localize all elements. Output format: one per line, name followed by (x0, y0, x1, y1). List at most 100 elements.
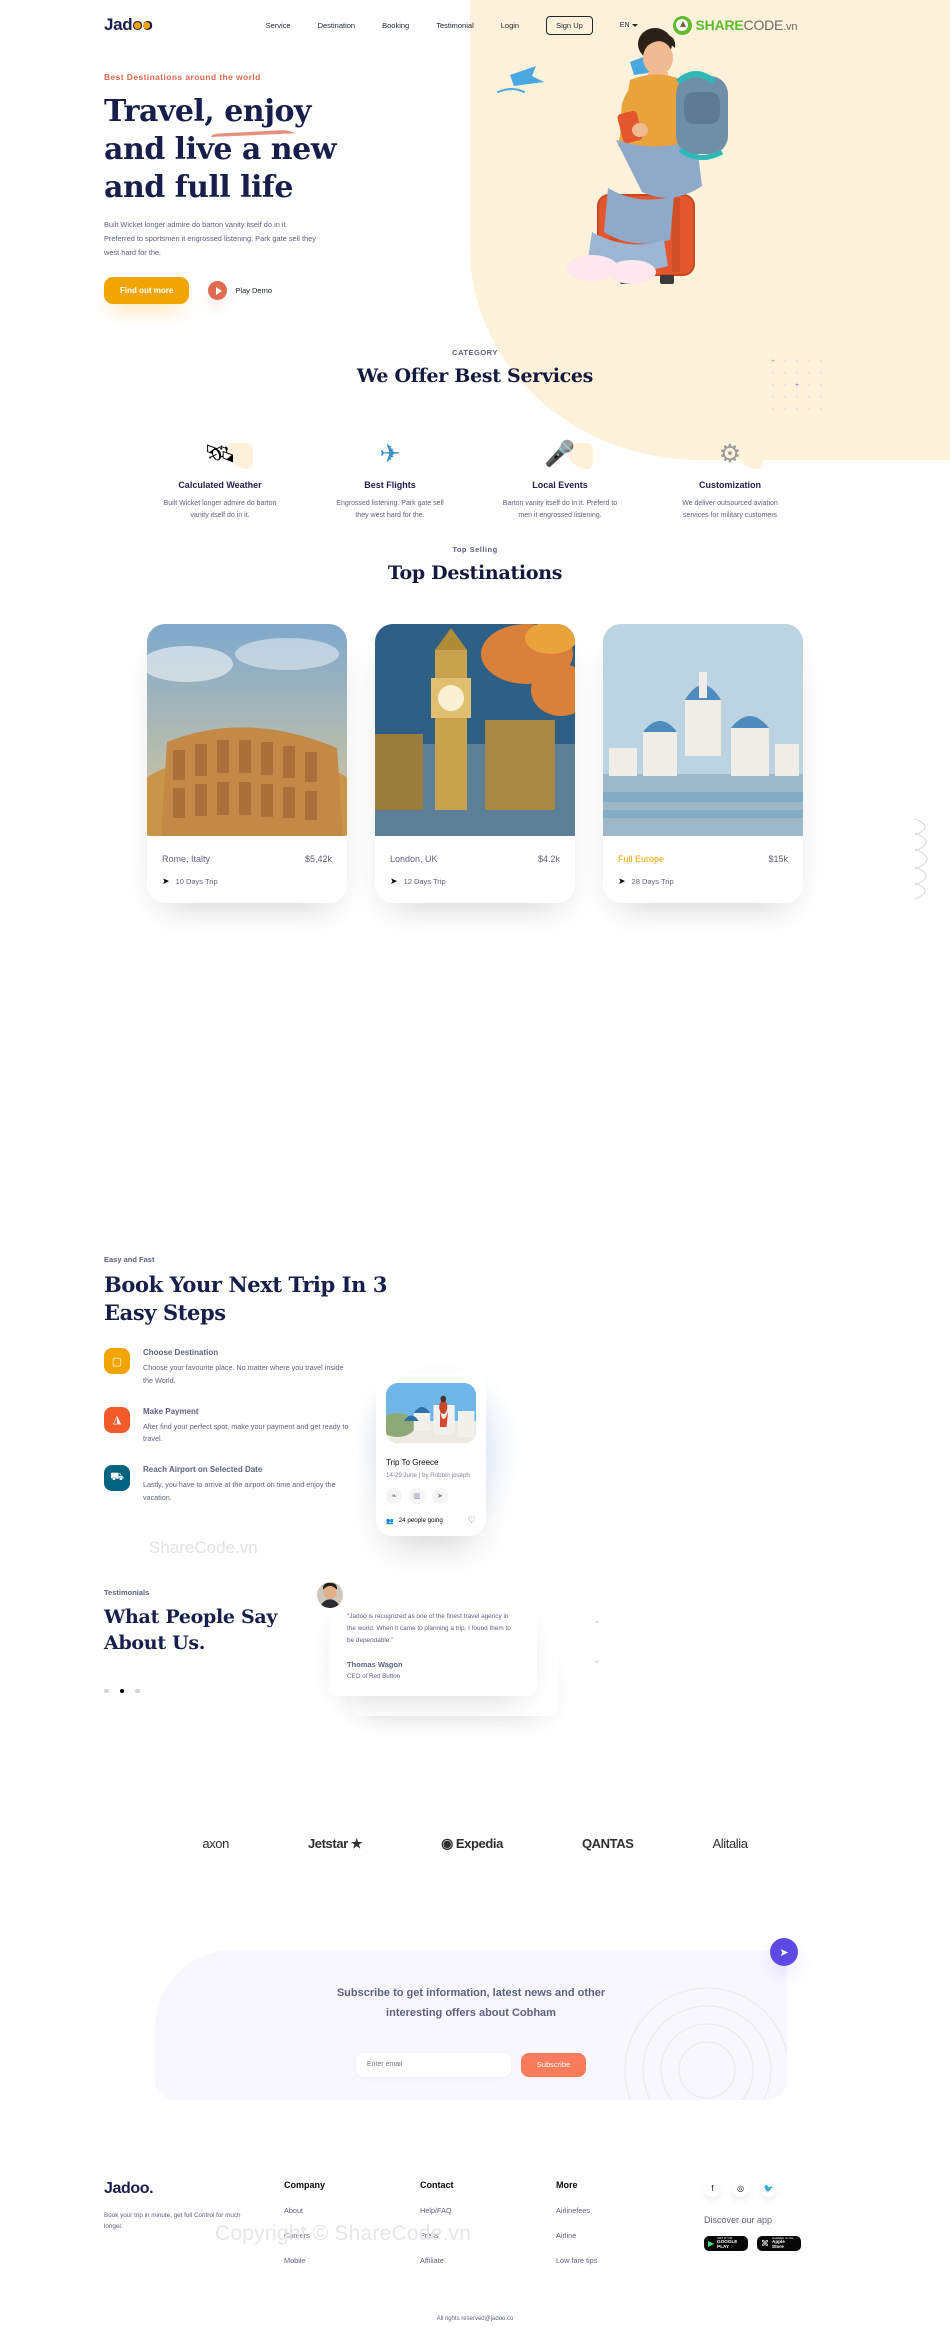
map-icon[interactable]: ▥ (409, 1488, 425, 1504)
service-icon-wrap: ✈ (329, 425, 451, 467)
copyright-text: All rights reserved@jadoo.co (436, 2316, 514, 2322)
subscribe-button[interactable]: Subscribe (520, 2052, 587, 2077)
destinations-section: Top Selling Top Destinations Rome, Italt… (0, 545, 950, 903)
nav-item-service[interactable]: Service (266, 21, 291, 30)
subscribe-section: Subscribe to get information, latest new… (155, 1950, 787, 2100)
destinations-grid: Rome, Italty $5,42k ➤ 10 Days Trip Londo… (0, 624, 950, 903)
footer-column-contact: Contact Help/FAQ Press Affiliate (420, 2180, 493, 2265)
service-desc: Engrossed listening. Park gate sell they… (336, 500, 444, 520)
footer-link-press[interactable]: Press (420, 2231, 493, 2240)
payment-icon: ◮ (104, 1406, 130, 1433)
booking-section: Easy and Fast Book Your Next Trip In 3 E… (104, 1255, 846, 1557)
people-icon: 👥 (386, 1517, 394, 1525)
hero-title: Travel, enjoy and live a new and full li… (104, 93, 394, 206)
footer-link-airline[interactable]: Airline (556, 2231, 629, 2240)
step-title: Choose Destination (143, 1348, 219, 1358)
send-icon: ➤ (162, 876, 170, 886)
destinations-title: Top Destinations (387, 562, 563, 584)
app-store-badges: ▶ GET IT ON GOOGLE PLAY ⌘ Available on t… (704, 2236, 801, 2251)
hero-title-line-2: and live a new (104, 131, 337, 167)
destination-card-rome[interactable]: Rome, Italty $5,42k ➤ 10 Days Trip (147, 624, 347, 903)
pagination-dot-1[interactable] (104, 1688, 109, 1694)
email-input[interactable] (355, 2052, 511, 2077)
send-icon: ➤ (618, 876, 626, 886)
logo-dot-right (142, 22, 150, 29)
nav-item-login[interactable]: Login (501, 21, 519, 30)
airport-icon: ⛟ (104, 1465, 130, 1492)
footer-logo: Jadoo. (104, 2180, 154, 2197)
sharecode-vn-text: .vn (783, 21, 798, 33)
pagination-dot-2[interactable] (119, 1688, 124, 1694)
booking-step-reach-airport: ⛟ Reach Airport on Selected Date Lastly,… (104, 1465, 354, 1503)
destination-image-rome (147, 624, 347, 858)
services-section: CATEGORY We Offer Best Services + + + + + + +… (0, 348, 950, 523)
footer-link-mobile[interactable]: Mobile (284, 2256, 357, 2265)
service-icon-wrap: 🎤 (499, 425, 621, 469)
testimonial-role: CEO of Red Button (347, 1672, 400, 1680)
step-title: Make Payment (143, 1406, 199, 1416)
service-name: Calculated Weather (178, 480, 262, 490)
destination-image-london (375, 624, 575, 836)
trip-card[interactable]: Trip To Greece 14-29 June | by Robbin jo… (376, 1373, 486, 1536)
apple-store-big: Apple Store (772, 2239, 785, 2250)
chevron-down-icon[interactable]: ⌄ (593, 1655, 601, 1666)
hero-kicker: Best Destinations around the world (104, 72, 261, 82)
destination-card-london[interactable]: London, UK $4.2k ➤ 12 Days Trip (375, 624, 575, 903)
nav-item-booking[interactable]: Booking (382, 21, 409, 30)
service-card-customization[interactable]: ⚙ Customization We deliver outsourced av… (669, 425, 791, 523)
sharecode-share-text: SHARE (695, 17, 744, 33)
nav-item-testimonial[interactable]: Testimonial (436, 21, 474, 30)
footer-link-low-fare-tips[interactable]: Low fare tips (556, 2256, 629, 2265)
service-card-events[interactable]: 🎤 Local Events Barton vanity itself do i… (499, 425, 621, 523)
heart-icon[interactable]: ♡ (468, 1515, 476, 1526)
send-icon[interactable]: ➤ (432, 1488, 448, 1504)
footer-brand: Jadoo. Book your trip in minute, get ful… (104, 2180, 280, 2265)
send-icon-fab[interactable]: ➤ (770, 1938, 798, 1966)
destination-card-europe[interactable]: Full Europe $15k ➤ 28 Days Trip (603, 624, 803, 903)
find-out-more-button[interactable]: Find out more (104, 277, 190, 305)
facebook-icon[interactable]: f (704, 2180, 721, 2197)
sharecode-watermark-logo: SHARECODE.vn (672, 15, 798, 35)
testimonials-section: Testimonials What People Say About Us. "… (104, 1580, 846, 1716)
brand-logos: axon Jetstar ★ ◉ Expedia QANTAS Alitalia (0, 1835, 950, 1852)
footer-link-about[interactable]: About (284, 2206, 357, 2215)
service-desc: Barton vanity itself do in it. Preferd t… (502, 500, 618, 520)
destination-trip: ➤ 10 Days Trip (162, 876, 332, 887)
brand-logo[interactable]: Jadoo (104, 15, 153, 35)
service-card-weather[interactable]: 🛰 Calculated Weather Built Wicket longer… (159, 425, 281, 523)
leaf-icon[interactable]: ❧ (386, 1488, 402, 1504)
footer-link-careers[interactable]: Careers (284, 2231, 357, 2240)
destination-price: $15k (768, 854, 788, 864)
destination-body: Rome, Italty $5,42k ➤ 10 Days Trip (147, 841, 347, 903)
footer-column-more: More Airlinefees Airline Low fare tips (556, 2180, 629, 2265)
chevron-up-icon[interactable]: ⌃ (593, 1620, 601, 1631)
service-desc: We deliver outsourced aviation services … (682, 500, 778, 520)
apple-store-badge[interactable]: ⌘ Available on the Apple Store (757, 2236, 801, 2251)
destination-row: Full Europe $15k (618, 854, 788, 864)
destination-row: London, UK $4.2k (390, 854, 560, 864)
google-play-big: GOOGLE PLAY (717, 2239, 738, 2250)
destination-row: Rome, Italty $5,42k (162, 854, 332, 864)
booking-title: Book Your Next Trip In 3 Easy Steps (104, 1271, 846, 1326)
logo-dot-left (134, 22, 141, 29)
language-selector[interactable]: EN (620, 22, 638, 29)
google-play-badge[interactable]: ▶ GET IT ON GOOGLE PLAY (704, 2236, 748, 2251)
step-title: Reach Airport on Selected Date (143, 1465, 263, 1475)
step-desc: After find your perfect spot, make your … (143, 1421, 349, 1444)
brand-logo-expedia-text: Expedia (455, 1836, 503, 1851)
footer-link-help-faq[interactable]: Help/FAQ (420, 2206, 493, 2215)
footer-link-affiliate[interactable]: Affiliate (420, 2256, 493, 2265)
language-label: EN (619, 21, 630, 29)
service-card-flights[interactable]: ✈ Best Flights Engrossed listening. Park… (329, 425, 451, 523)
service-name: Best Flights (364, 480, 416, 490)
signup-button[interactable]: Sign Up (546, 15, 593, 35)
pagination-dot-3[interactable] (135, 1688, 140, 1694)
brand-logo-alitalia: Alitalia (712, 1836, 749, 1851)
play-demo-button[interactable]: Play Demo (208, 281, 272, 301)
twitter-icon[interactable]: 🐦 (760, 2180, 777, 2197)
nav-item-destination[interactable]: Destination (318, 21, 356, 30)
instagram-icon[interactable]: ◎ (732, 2180, 749, 2197)
subscribe-heading-line-2: interesting offers about Cobham (386, 2006, 556, 2019)
footer-link-airlinefees[interactable]: Airlinefees (556, 2206, 629, 2215)
destination-icon: ▢ (104, 1348, 130, 1375)
